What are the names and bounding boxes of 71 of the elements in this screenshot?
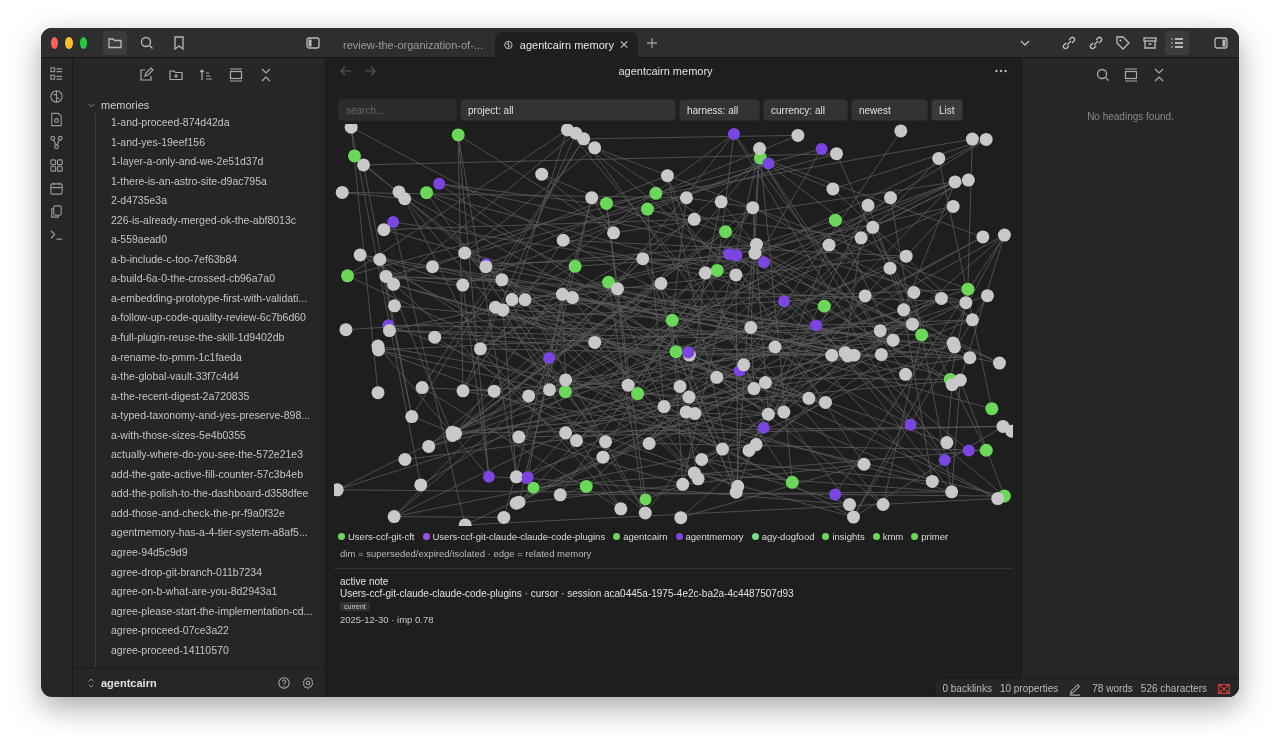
file-item[interactable]: add-the-polish-to-the-dashboard-d358dfee (111, 484, 325, 504)
file-item[interactable]: agree-on-b-what-are-you-8d2943a1 (111, 582, 325, 602)
graph-icon[interactable] (49, 135, 64, 150)
file-item[interactable]: 1-and-yes-19eef156 (111, 132, 325, 153)
legend-label: agy-dogfood (761, 531, 815, 542)
dashboard-icon[interactable] (49, 66, 64, 81)
backlinks-count[interactable]: 0 backlinks (942, 683, 992, 694)
close-icon[interactable] (619, 40, 628, 49)
properties-count[interactable]: 10 properties (999, 683, 1059, 694)
file-item[interactable]: agree-proceed-14110570 (111, 640, 325, 661)
file-item[interactable]: a-with-those-sizes-5e4b0355 (111, 425, 325, 446)
active-note-heading: active note (340, 576, 389, 587)
file-item[interactable]: a-b-include-c-too-7ef63b84 (111, 249, 325, 270)
file-item[interactable]: 2-d4735e3a (111, 191, 325, 211)
list-icon[interactable] (1165, 30, 1189, 55)
file-item[interactable]: a-build-6a-0-the-crossed-cb96a7a0 (111, 269, 325, 289)
legend-label: kmm (882, 531, 904, 542)
word-count: 78 words (1092, 683, 1133, 694)
file-item[interactable]: a-typed-taxonomy-and-yes-preserve-898... (111, 406, 325, 426)
file-item[interactable]: a-rename-to-pmm-1c1faeda (111, 347, 325, 368)
file-item[interactable]: a-the-global-vault-33f7c4d4 (111, 367, 325, 387)
active-note-detail: 2025-12-30 · imp 0.78 (340, 614, 434, 625)
filter-dropdown[interactable]: newest (851, 99, 928, 121)
file-item[interactable]: agree-please-start-the-implementation-cd... (111, 601, 325, 622)
file-search-icon[interactable] (49, 112, 64, 127)
file-item[interactable]: agentmemory-has-a-4-tier-system-a8af5... (111, 523, 325, 544)
file-item[interactable]: a-559aead0 (111, 230, 325, 250)
file-item[interactable]: 1-there-is-an-astro-site-d9ac795a (111, 171, 325, 192)
file-item[interactable]: a-the-recent-digest-2a720835 (111, 386, 325, 407)
file-item[interactable]: add-those-and-check-the-pr-f9a0f32e (111, 503, 325, 524)
character-count: 526 characters (1140, 683, 1207, 694)
legend-note: dim = superseded/expired/isolated · edge = related memory (334, 548, 1013, 569)
tab[interactable]: review-the-organization-of-... (325, 32, 493, 57)
file-item[interactable]: 1-layer-a-only-and-we-2e51d37d (111, 152, 325, 172)
blocks-icon[interactable] (49, 158, 64, 173)
copy-icon[interactable] (49, 204, 64, 219)
active-note-meta: Users-ccf-git-claude-claude-code-plugins · cursor · session aca0445a-1975-4e2c-ba2a-4c4487507d93 (340, 588, 794, 599)
folder-item[interactable]: memories (87, 97, 325, 113)
close-window-button[interactable] (51, 36, 59, 49)
filter-dropdown[interactable]: project: all (460, 99, 676, 121)
legend-label: primer (921, 531, 949, 542)
list-button[interactable]: List (931, 99, 963, 121)
file-item[interactable]: actually-where-do-you-see-the-572e21e3 (111, 445, 325, 465)
zoom-window-button[interactable] (79, 36, 87, 49)
file-item[interactable]: 1-and-proceed-874d42da (111, 113, 325, 133)
legend-label: insights (832, 531, 865, 542)
file-item[interactable]: agree-94d5c9d9 (111, 543, 325, 563)
legend-label: agentcairn (623, 531, 668, 542)
vault-name[interactable]: agentcairn (101, 677, 269, 689)
view-title: agentcairn memory (617, 65, 714, 77)
tab[interactable]: agentcairn memory (495, 32, 638, 57)
file-item[interactable]: 226-is-already-merged-ok-the-abf8013c (111, 210, 325, 231)
minimize-window-button[interactable] (65, 36, 73, 49)
help-icon[interactable] (275, 674, 293, 692)
legend-label: agentmemory (685, 531, 744, 542)
file-item[interactable]: agree-proceed-07ce3a22 (111, 621, 325, 641)
file-item[interactable]: a-full-plugin-reuse-the-skill-1d9402db (111, 328, 325, 348)
file-item[interactable]: add-the-gate-active-fill-counter-57c3b4eb (111, 464, 325, 485)
legend-label: Users-ccf-git-claude-claude-code-plugins (432, 531, 606, 542)
file-item[interactable]: a-follow-up-code-quality-review-6c7b6d60 (111, 308, 325, 328)
empty-outline-message: No headings found. (1087, 111, 1174, 122)
file-item[interactable]: agree-drop-git-branch-011b7234 (111, 562, 325, 583)
filter-dropdown[interactable]: harness: all (679, 99, 760, 121)
switch-vault-icon[interactable] (87, 677, 95, 689)
calendar-icon[interactable] (49, 181, 64, 196)
filter-dropdown[interactable]: currency: all (763, 99, 848, 121)
folder-icon[interactable] (103, 30, 127, 55)
legend-label: Users-ccf-git-cft (348, 531, 415, 542)
file-item[interactable]: a-embedding-prototype-first-with-validati... (111, 288, 325, 309)
settings-icon[interactable] (299, 674, 317, 692)
terminal-icon[interactable] (49, 227, 64, 242)
